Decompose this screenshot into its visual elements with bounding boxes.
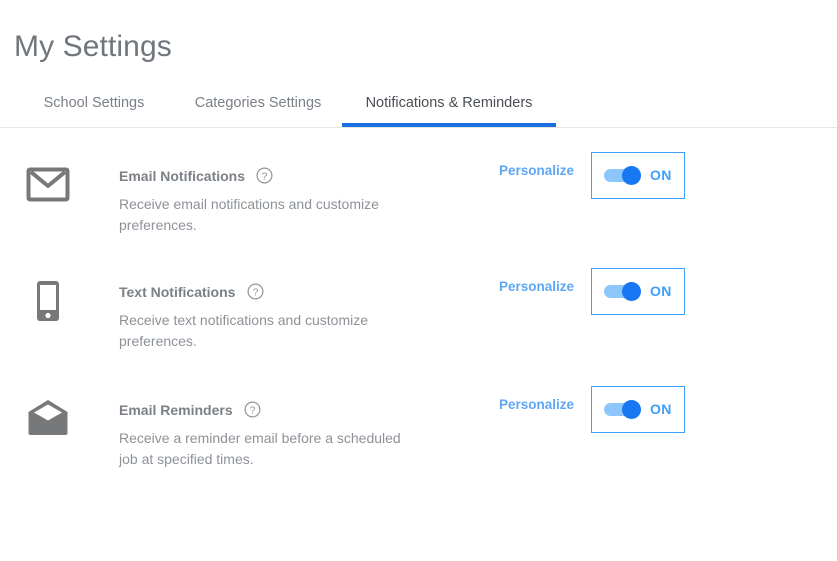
switch-graphic — [604, 166, 644, 185]
tab-label: Categories Settings — [194, 95, 322, 111]
switch-state-label: ON — [650, 401, 672, 417]
tab-bar: School Settings Categories Settings Noti… — [0, 86, 837, 128]
switch-knob — [622, 400, 641, 419]
tab-notifications-reminders[interactable]: Notifications & Reminders — [342, 86, 556, 127]
setting-row-email-notifications: Email Notifications ? Receive email noti… — [0, 150, 837, 250]
help-icon[interactable]: ? — [256, 166, 273, 184]
switch-knob — [622, 282, 641, 301]
svg-text:?: ? — [252, 286, 258, 298]
setting-title: Email Reminders — [119, 402, 233, 418]
help-icon[interactable]: ? — [244, 400, 261, 418]
tab-label: School Settings — [43, 95, 145, 111]
svg-text:?: ? — [262, 170, 268, 182]
setting-row-text-notifications: Text Notifications ? Receive text notifi… — [0, 266, 837, 366]
tab-label: Notifications & Reminders — [365, 95, 533, 111]
tab-school-settings[interactable]: School Settings — [14, 86, 174, 127]
toggle-switch-text-notifications[interactable]: ON — [591, 268, 685, 315]
switch-graphic — [604, 282, 644, 301]
setting-row-text: Email Notifications ? Receive email noti… — [119, 166, 459, 236]
envelope-closed-icon — [26, 161, 70, 209]
toggle-switch-email-notifications[interactable]: ON — [591, 152, 685, 199]
personalize-link[interactable]: Personalize — [499, 396, 574, 414]
switch-knob — [622, 166, 641, 185]
switch-state-label: ON — [650, 283, 672, 299]
tab-categories-settings[interactable]: Categories Settings — [178, 86, 338, 127]
active-tab-underline — [342, 123, 556, 127]
page-title: My Settings — [14, 30, 172, 63]
mobile-phone-icon — [26, 277, 70, 325]
setting-row-text: Email Reminders ? Receive a reminder ema… — [119, 400, 459, 470]
svg-text:?: ? — [250, 404, 256, 416]
personalize-link[interactable]: Personalize — [499, 278, 574, 296]
setting-title: Email Notifications — [119, 168, 246, 184]
setting-row-email-reminders: Email Reminders ? Receive a reminder ema… — [0, 384, 837, 484]
setting-description: Receive a reminder email before a schedu… — [119, 430, 401, 468]
switch-state-label: ON — [650, 167, 672, 183]
setting-description: Receive text notifications and customize… — [119, 312, 369, 350]
setting-title: Text Notifications — [119, 284, 236, 300]
envelope-open-icon — [26, 395, 70, 443]
switch-graphic — [604, 400, 644, 419]
setting-description: Receive email notifications and customiz… — [119, 196, 379, 234]
personalize-link[interactable]: Personalize — [499, 162, 574, 180]
toggle-switch-email-reminders[interactable]: ON — [591, 386, 685, 433]
help-icon[interactable]: ? — [247, 282, 264, 300]
setting-row-text: Text Notifications ? Receive text notifi… — [119, 282, 459, 352]
